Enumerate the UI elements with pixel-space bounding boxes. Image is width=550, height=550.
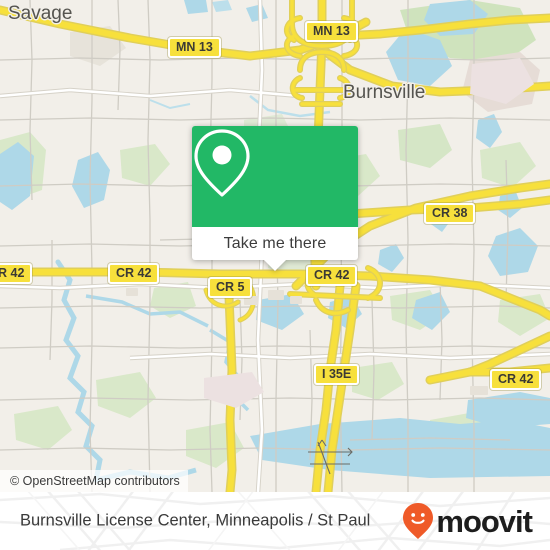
- road-shield-cr42-mid[interactable]: CR 42: [306, 265, 358, 286]
- moovit-wordmark: moovit: [436, 503, 533, 539]
- map-label-burnsville: Burnsville: [343, 82, 426, 103]
- map-label-savage: Savage: [8, 3, 73, 24]
- footer-bar: Burnsville License Center, Minneapolis /…: [0, 492, 550, 550]
- road-shield-cr42-west[interactable]: CR 42: [108, 263, 160, 284]
- map-pin-icon: [194, 129, 250, 197]
- popup-action-bar[interactable]: Take me there: [192, 227, 358, 271]
- road-shield-cr38[interactable]: CR 38: [424, 203, 476, 224]
- location-title: Burnsville License Center, Minneapolis /…: [20, 511, 371, 530]
- moovit-logo[interactable]: moovit: [402, 502, 533, 540]
- take-me-there-label: Take me there: [223, 234, 327, 252]
- road-shield-cr42-left[interactable]: R 42: [0, 263, 33, 284]
- location-popup[interactable]: Take me there: [192, 126, 358, 271]
- road-shield-mn13-west[interactable]: MN 13: [168, 37, 221, 58]
- road-shield-cr42-east[interactable]: CR 42: [490, 369, 542, 390]
- osm-attribution[interactable]: © OpenStreetMap contributors: [0, 470, 188, 492]
- popup-tail: [264, 260, 286, 271]
- road-shield-i35e[interactable]: I 35E: [314, 364, 360, 385]
- road-shield-cr5[interactable]: CR 5: [208, 277, 253, 298]
- screenshot-root: Savage Burnsville MN 13 MN 13 R 42 CR 42…: [0, 0, 550, 550]
- moovit-pin-icon: [403, 503, 434, 539]
- road-shield-mn13-east[interactable]: MN 13: [305, 21, 358, 42]
- map-canvas[interactable]: Savage Burnsville MN 13 MN 13 R 42 CR 42…: [0, 0, 550, 492]
- popup-icon-area: [192, 126, 358, 227]
